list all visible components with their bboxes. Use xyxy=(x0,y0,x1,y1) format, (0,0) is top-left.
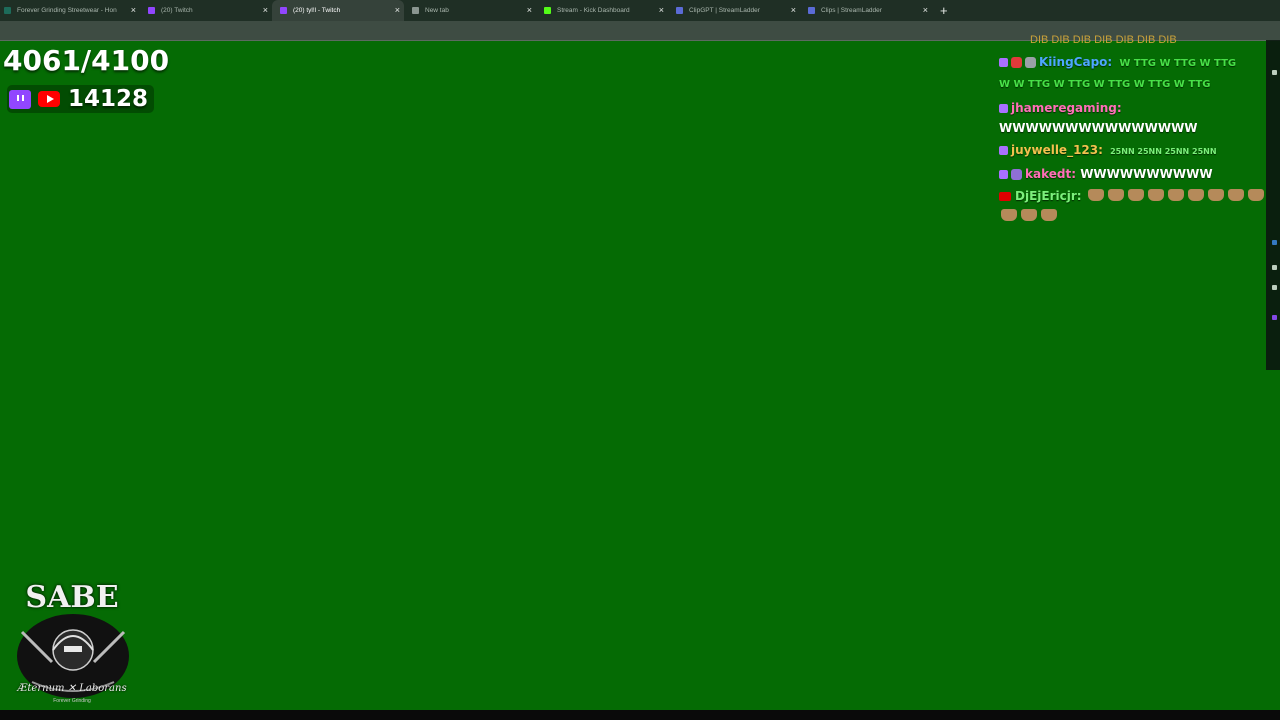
chat-text: WWWWWWWWWW xyxy=(1080,167,1213,181)
streamladder-favicon-icon xyxy=(808,7,815,14)
twitch-platform-icon xyxy=(999,58,1008,67)
tab-close-icon[interactable]: × xyxy=(395,6,400,15)
thumbs-down-icon xyxy=(1107,189,1124,201)
tab-close-icon[interactable]: × xyxy=(527,6,532,15)
thumbs-down-icon xyxy=(1087,189,1104,201)
thumbs-down-icon xyxy=(1207,189,1224,201)
tab-title: Clips | StreamLadder xyxy=(821,7,882,14)
panel-icon xyxy=(1272,265,1277,270)
twitch-favicon-icon xyxy=(148,7,155,14)
logo-motto: Æternum ✕ Laborans xyxy=(17,683,127,694)
chat-cutoff-emotes: DIB DIB DIB DIB DIB DIB DIB xyxy=(1030,34,1177,44)
bottom-edge-bar xyxy=(0,710,1280,720)
tab-title: (20) Twitch xyxy=(161,7,193,14)
chat-username: KiingCapo: xyxy=(1039,55,1113,69)
channel-logo: SABE Æternum ✕ Laborans Forever Grinding xyxy=(4,580,140,708)
tab-title: (20) tyl!l - Twitch xyxy=(293,7,341,14)
tab-close-icon[interactable]: × xyxy=(131,6,136,15)
user-badge-icon xyxy=(1011,57,1022,68)
browser-tab-3-active[interactable]: (20) tyl!l - Twitch × xyxy=(272,0,404,21)
browser-tab-7[interactable]: Clips | StreamLadder × xyxy=(800,0,932,21)
chat-emotes: W TTG W TTG W TTG xyxy=(1119,58,1237,69)
panel-icon xyxy=(1272,315,1277,320)
thumbs-down-icon xyxy=(1167,189,1184,201)
new-tab-plus-icon[interactable]: + xyxy=(940,0,948,21)
chat-username: jhameregaming: xyxy=(1011,101,1122,115)
kick-favicon-icon xyxy=(544,7,551,14)
chat-emotes: 25NN 25NN 25NN 25NN xyxy=(1110,147,1217,156)
chat-username: kakedt: xyxy=(1025,167,1076,181)
tab-favicon-icon xyxy=(4,7,11,14)
logo-subtitle: Forever Grinding xyxy=(53,698,91,704)
viewer-count: 14128 xyxy=(68,86,149,112)
youtube-platform-icon xyxy=(999,192,1011,201)
browser-tab-1[interactable]: Forever Grinding Streetwear - Hon × xyxy=(0,0,140,21)
thumbs-down-icon xyxy=(1227,189,1244,201)
chat-emotes: W W TTG W TTG W TTG W TTG W TTG xyxy=(999,79,1211,90)
side-panel-edge xyxy=(1266,40,1280,370)
chat-username: DjEjEricjr: xyxy=(1015,189,1082,203)
twitch-platform-icon xyxy=(999,104,1008,113)
browser-tab-strip: Forever Grinding Streetwear - Hon × (20)… xyxy=(0,0,1280,21)
tab-close-icon[interactable]: × xyxy=(923,6,928,15)
thumbs-down-icon xyxy=(1127,189,1144,201)
panel-icon xyxy=(1272,70,1277,75)
thumbs-down-icon xyxy=(1021,209,1037,221)
chat-text: WWWWWWWWWWWWWWW xyxy=(999,121,1198,135)
twitch-favicon-icon xyxy=(280,7,287,14)
chat-message: kakedt: WWWWWWWWWW xyxy=(999,164,1267,184)
user-badge-icon xyxy=(1025,57,1036,68)
tab-close-icon[interactable]: × xyxy=(659,6,664,15)
thumbs-down-icon xyxy=(1187,189,1204,201)
tab-title: Stream - Kick Dashboard xyxy=(557,7,630,14)
sub-goal-counter: 4061/4100 xyxy=(3,44,170,77)
thumbs-down-icon xyxy=(1001,209,1017,221)
thumbs-down-icon xyxy=(1041,209,1057,221)
tab-close-icon[interactable]: × xyxy=(791,6,796,15)
browser-tab-2[interactable]: (20) Twitch × xyxy=(140,0,272,21)
panel-icon xyxy=(1272,240,1277,245)
tab-close-icon[interactable]: × xyxy=(263,6,268,15)
thumbs-down-icon xyxy=(1247,189,1264,201)
page-favicon-icon xyxy=(412,7,419,14)
chat-username: juywelle_123: xyxy=(1011,143,1103,157)
twitch-platform-icon xyxy=(999,146,1008,155)
browser-tab-5[interactable]: Stream - Kick Dashboard × xyxy=(536,0,668,21)
browser-tab-4[interactable]: New tab × xyxy=(404,0,536,21)
panel-icon xyxy=(1272,285,1277,290)
thumbs-down-icon xyxy=(1147,189,1164,201)
twitch-platform-icon xyxy=(999,170,1008,179)
viewer-count-box: 14128 xyxy=(7,85,155,113)
user-badge-icon xyxy=(1011,169,1022,180)
chat-message: jhameregaming: WWWWWWWWWWWWWWW xyxy=(999,98,1267,138)
browser-tab-6[interactable]: ClipGPT | StreamLadder × xyxy=(668,0,800,21)
tab-title: Forever Grinding Streetwear - Hon xyxy=(17,7,117,14)
tab-title: ClipGPT | StreamLadder xyxy=(689,7,760,14)
twitch-icon xyxy=(9,89,31,109)
youtube-icon xyxy=(38,91,60,107)
chat-message: DjEjEricjr: xyxy=(999,186,1267,226)
logo-brand-text: SABE xyxy=(25,580,119,615)
chat-message: juywelle_123: 25NN 25NN 25NN 25NN xyxy=(999,140,1267,162)
chat-message: KiingCapo: W TTG W TTG W TTG W W TTG W T… xyxy=(999,52,1267,96)
tab-title: New tab xyxy=(425,7,449,14)
streamladder-favicon-icon xyxy=(676,7,683,14)
chat-overlay: KiingCapo: W TTG W TTG W TTG W W TTG W T… xyxy=(999,52,1267,228)
